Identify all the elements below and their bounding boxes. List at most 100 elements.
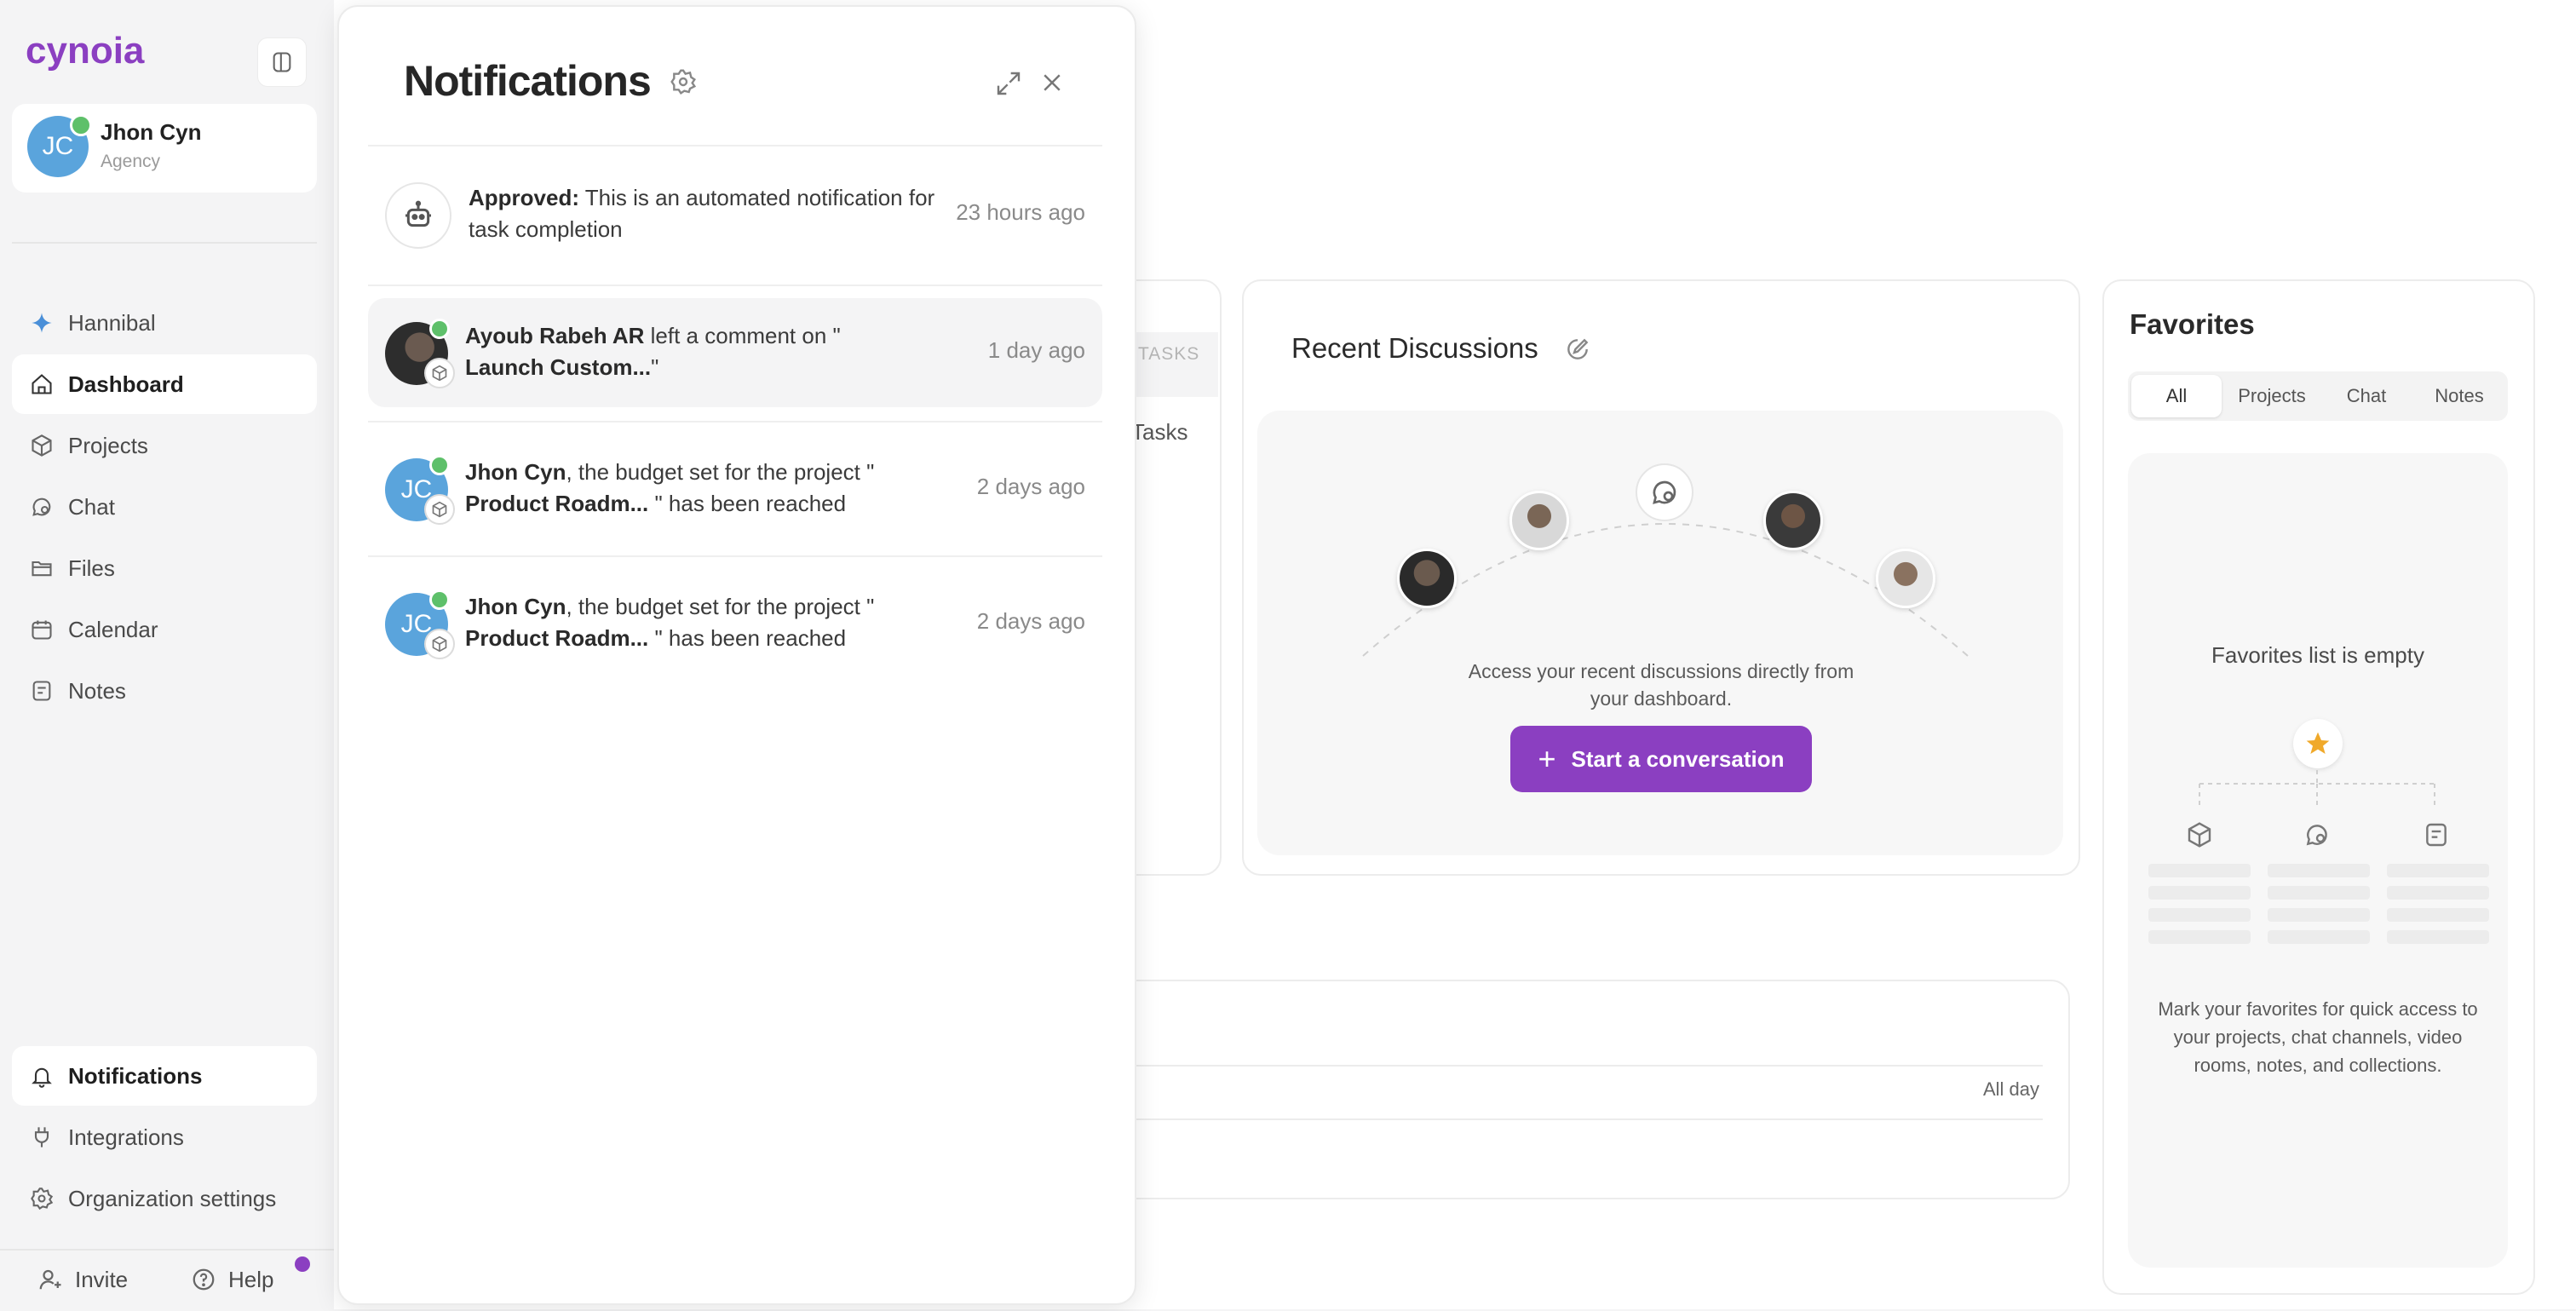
skeleton-line <box>2387 864 2489 877</box>
nav-item-hannibal[interactable]: Hannibal <box>12 293 317 353</box>
chat-icon <box>27 492 56 521</box>
note-icon <box>27 676 56 705</box>
project-badge <box>424 629 455 659</box>
tasks-link[interactable]: Tasks <box>1131 419 1187 446</box>
recent-discussions-description: Access your recent discussions directly … <box>1468 660 1854 710</box>
divider <box>368 555 1102 557</box>
skeleton-line <box>2268 930 2370 944</box>
tab-projects[interactable]: Projects <box>2225 375 2319 417</box>
expand-icon[interactable] <box>995 70 1022 97</box>
notification-item[interactable]: JC Jhon Cyn, the budget set for the proj… <box>368 433 1102 542</box>
calendar-card <box>1107 980 2070 1199</box>
settings-gear-icon[interactable] <box>670 68 697 95</box>
notification-message: Jhon Cyn, the budget set for the project… <box>465 594 875 651</box>
notification-item[interactable]: Approved: This is an automated notificat… <box>368 160 1102 269</box>
online-status-dot <box>429 455 450 475</box>
tab-chat[interactable]: Chat <box>2322 375 2411 417</box>
sidebar: cynoia JC Jhon Cyn Agency Hannibal Dashb… <box>0 0 334 1309</box>
notification-item[interactable]: JC Jhon Cyn, the budget set for the proj… <box>368 569 1102 678</box>
star-icon <box>2293 719 2343 768</box>
favorites-empty-state <box>2128 453 2508 1268</box>
online-status-dot <box>70 114 92 136</box>
chat-icon <box>2303 821 2331 848</box>
robot-avatar <box>385 182 451 249</box>
invite-button[interactable]: Invite <box>37 1257 128 1302</box>
favorites-description: Mark your favorites for quick access to … <box>2158 998 2478 1076</box>
note-icon <box>2423 821 2450 848</box>
nav-label: Chat <box>68 493 115 520</box>
tab-tasks[interactable]: TASKS <box>1138 344 1199 365</box>
tab-notes[interactable]: Notes <box>2414 375 2504 417</box>
favorites-title: Favorites <box>2130 308 2255 340</box>
skeleton-line <box>2148 864 2251 877</box>
online-status-dot <box>429 319 450 339</box>
nav-item-dashboard[interactable]: Dashboard <box>12 354 317 414</box>
tab-all[interactable]: All <box>2131 375 2222 417</box>
nav-item-notifications[interactable]: Notifications <box>12 1046 317 1106</box>
divider <box>368 285 1102 286</box>
nav-label: Dashboard <box>68 371 184 397</box>
skeleton-line <box>2268 864 2370 877</box>
user-role: Agency <box>101 152 161 171</box>
plus-icon: + <box>1538 741 1556 776</box>
nav-item-files[interactable]: Files <box>12 538 317 598</box>
help-button[interactable]: Help <box>191 1257 273 1302</box>
favorites-tree-lines <box>2181 770 2453 813</box>
cube-icon <box>27 431 56 460</box>
user-name: Jhon Cyn <box>101 119 202 145</box>
svg-text:cynoia: cynoia <box>26 31 145 72</box>
nav-label: Notifications <box>68 1062 203 1089</box>
start-conversation-button[interactable]: + Start a conversation <box>1510 726 1812 792</box>
nav-item-calendar[interactable]: Calendar <box>12 600 317 659</box>
cube-icon <box>432 365 447 382</box>
nav-label: Organization settings <box>68 1185 277 1211</box>
nav-item-notes[interactable]: Notes <box>12 661 317 721</box>
participant-avatar <box>1763 491 1823 550</box>
notification-time: 23 hours ago <box>956 199 1085 225</box>
robot-icon <box>405 200 431 227</box>
project-badge <box>424 494 455 525</box>
nav-item-integrations[interactable]: Integrations <box>12 1107 317 1167</box>
notifications-title: Notifications <box>404 57 652 105</box>
skeleton-line <box>2148 930 2251 944</box>
skeleton-line <box>2148 886 2251 900</box>
notification-time: 2 days ago <box>976 474 1085 499</box>
plug-icon <box>27 1123 56 1152</box>
divider <box>368 421 1102 423</box>
cube-icon <box>2186 821 2213 848</box>
notification-message: Approved: This is an automated notificat… <box>469 185 935 242</box>
cynoia-logo[interactable]: cynoia <box>26 31 153 73</box>
nav-item-organization-settings[interactable]: Organization settings <box>12 1169 317 1228</box>
folder-icon <box>27 554 56 583</box>
nav-item-projects[interactable]: Projects <box>12 416 317 475</box>
skeleton-line <box>2387 930 2489 944</box>
all-day-label: All day <box>1983 1078 2040 1100</box>
notification-time: 1 day ago <box>987 337 1085 363</box>
collapse-sidebar-button[interactable] <box>257 37 307 87</box>
user-profile-card[interactable]: JC Jhon Cyn Agency <box>12 104 317 193</box>
help-notification-dot <box>295 1256 310 1272</box>
notification-time: 2 days ago <box>976 608 1085 634</box>
skeleton-line <box>2387 908 2489 922</box>
calendar-icon <box>27 615 56 644</box>
bell-icon <box>27 1061 56 1090</box>
nav-label: Files <box>68 555 115 581</box>
project-badge <box>424 358 455 388</box>
cube-icon <box>432 501 447 518</box>
edit-chat-icon[interactable] <box>1564 336 1591 363</box>
skeleton-line <box>2148 908 2251 922</box>
nav-label: Integrations <box>68 1124 184 1150</box>
nav-item-chat[interactable]: Chat <box>12 477 317 537</box>
cube-icon <box>432 635 447 653</box>
participant-avatar <box>1876 549 1935 608</box>
add-user-icon <box>37 1267 63 1292</box>
close-icon[interactable] <box>1039 70 1065 95</box>
gear-icon <box>27 1184 56 1213</box>
recent-discussions-title: Recent Discussions <box>1291 332 1538 364</box>
skeleton-line <box>2268 908 2370 922</box>
sidebar-toggle-icon <box>273 52 291 72</box>
notification-item[interactable]: Ayoub Rabeh AR left a comment on " Launch… <box>368 298 1102 407</box>
notification-message: Jhon Cyn, the budget set for the project… <box>465 459 875 516</box>
nav-label: Notes <box>68 677 126 704</box>
divider <box>368 145 1102 147</box>
